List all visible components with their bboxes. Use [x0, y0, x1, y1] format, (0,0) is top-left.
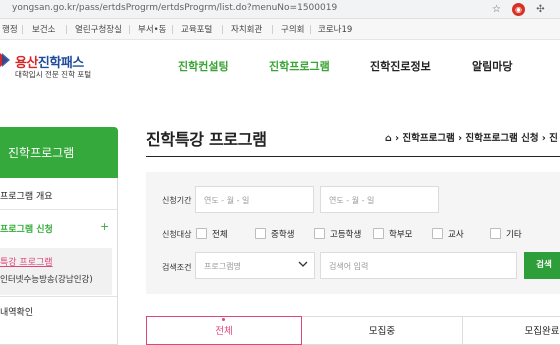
condition-label: 검색조건: [162, 263, 192, 272]
breadcrumb-item[interactable]: 진학프로그램: [402, 133, 454, 144]
divider: [22, 25, 23, 34]
util-link-mayor[interactable]: 열린구청장실: [75, 23, 122, 35]
checkbox-parent[interactable]: [373, 228, 384, 239]
divider: [272, 25, 273, 34]
tab-recruiting[interactable]: 모집중: [302, 316, 462, 345]
active-tab-indicator: [222, 318, 225, 321]
divider: [310, 25, 311, 34]
divider: [66, 25, 67, 34]
sidebar-subitem-lecture[interactable]: 특강 프로그램: [0, 255, 53, 268]
puzzle-icon[interactable]: ✣: [534, 3, 547, 16]
util-link-council[interactable]: 구의회: [281, 23, 304, 35]
checkbox-middle-label[interactable]: 중학생: [271, 228, 294, 240]
date-end-input[interactable]: 연도 - 월 - 일: [320, 186, 439, 213]
page: { "browser": { "url": "yongsan.go.kr/pas…: [0, 0, 560, 345]
logo-subtitle: 대학입시 전문 진학 포털: [15, 70, 92, 79]
chevron-down-icon[interactable]: [297, 258, 309, 270]
util-link-dept[interactable]: 부서•동: [138, 23, 166, 35]
nav-program[interactable]: 진학프로그램: [269, 58, 330, 74]
breadcrumb-item[interactable]: 진: [549, 133, 558, 144]
sidebar-item-history[interactable]: 내역확인: [0, 305, 33, 318]
checkbox-all[interactable]: [196, 228, 207, 239]
util-link-health[interactable]: 보건소: [32, 23, 55, 35]
keyword-input[interactable]: 검색어 입력: [320, 252, 517, 279]
nav-consulting[interactable]: 진학컨설팅: [178, 58, 229, 74]
divider: [129, 25, 130, 34]
nav-notice[interactable]: 알림마당: [472, 58, 512, 74]
checkbox-teacher-label[interactable]: 교사: [448, 228, 464, 240]
util-link-hall[interactable]: 자치회관: [231, 23, 262, 35]
breadcrumb: ⌂ › 진학프로그램 › 진학프로그램 신청 › 진: [385, 130, 558, 144]
util-link-edu[interactable]: 교육포털: [181, 23, 212, 35]
divider: [172, 25, 173, 34]
divider: [222, 25, 223, 34]
sidebar-item-apply[interactable]: 프로그램 신청: [0, 222, 53, 235]
target-label: 신청대상: [162, 230, 192, 239]
logo-mark-icon[interactable]: [0, 51, 10, 69]
title-divider: [146, 156, 560, 157]
extension-icon[interactable]: ◉: [512, 3, 525, 16]
checkbox-high[interactable]: [314, 228, 325, 239]
home-icon[interactable]: ⌂: [385, 133, 392, 144]
page-title: 진학특강 프로그램: [146, 130, 267, 149]
utility-nav: 행정 보건소 열린구청장실 부서•동 교육포털 자치회관 구의회 코로나19: [0, 19, 560, 40]
browser-address-bar: yongsan.go.kr/pass/ertdsProgrm/ertdsProg…: [0, 0, 560, 19]
sidebar-item-overview[interactable]: 프로그램 개요: [0, 189, 53, 202]
divider: [0, 296, 117, 297]
star-icon[interactable]: ☆: [490, 3, 503, 16]
expand-plus-icon[interactable]: +: [100, 220, 109, 233]
checkbox-parent-label[interactable]: 학부모: [389, 228, 412, 240]
util-link-admin[interactable]: 행정: [2, 23, 18, 35]
checkbox-middle[interactable]: [255, 228, 266, 239]
url-text[interactable]: yongsan.go.kr/pass/ertdsProgrm/ertdsProg…: [12, 3, 337, 13]
breadcrumb-item[interactable]: 진학프로그램 신청: [465, 133, 538, 144]
util-link-covid[interactable]: 코로나19: [318, 23, 352, 35]
date-start-input[interactable]: 연도 - 월 - 일: [195, 186, 314, 213]
divider: [0, 209, 117, 210]
nav-career-info[interactable]: 진학진로정보: [370, 58, 431, 74]
checkbox-all-label[interactable]: 전체: [212, 228, 228, 240]
sidebar-title: 진학프로그램: [8, 146, 75, 160]
checkbox-etc[interactable]: [490, 228, 501, 239]
period-label: 신청기간: [162, 196, 192, 205]
sidebar-subitem-online[interactable]: 인터넷수능방송(강남인강): [0, 273, 93, 285]
search-button[interactable]: 검색: [524, 252, 560, 279]
checkbox-high-label[interactable]: 고등학생: [330, 228, 361, 240]
tab-closed[interactable]: 모집완료: [462, 316, 560, 345]
checkbox-etc-label[interactable]: 기타: [506, 228, 522, 240]
checkbox-teacher[interactable]: [432, 228, 443, 239]
